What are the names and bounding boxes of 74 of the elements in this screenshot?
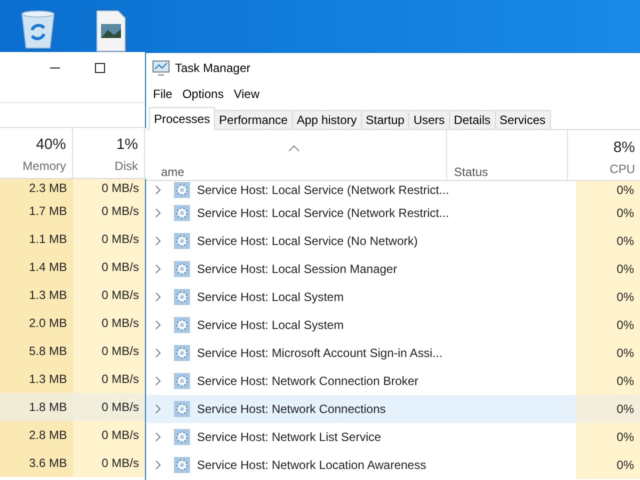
tab[interactable]: Processes: [149, 107, 216, 130]
column-header[interactable]: 40% Memory: [0, 128, 73, 178]
table-row[interactable]: Service Host: Network Connection Broker 0%: [146, 367, 640, 395]
table-row[interactable]: Service Host: Local Service (Network Restrict... 0%: [146, 181, 640, 199]
gear-icon: [174, 373, 190, 389]
sort-caret-icon: [288, 144, 300, 152]
cpu-cell: 0%: [576, 255, 640, 283]
table-row[interactable]: 1.8 MB 0 MB/s: [0, 393, 146, 421]
table-row[interactable]: Service Host: Microsoft Account Sign-in Assi... 0%: [146, 339, 640, 367]
table-row[interactable]: Service Host: Network Location Awareness 0%: [146, 451, 640, 479]
cpu-cell: 0%: [576, 367, 640, 395]
tab[interactable]: App history: [292, 110, 362, 130]
process-name: Service Host: Local Service (Network Restrict...: [196, 182, 450, 199]
process-name: Service Host: Network Connections: [196, 401, 387, 418]
process-name: Service Host: Network Connection Broker: [196, 373, 420, 390]
cpu-cell: 0%: [576, 181, 640, 199]
image-file-icon[interactable]: [96, 10, 126, 52]
tab[interactable]: Performance: [214, 110, 293, 130]
table-row[interactable]: Service Host: Local System 0%: [146, 283, 640, 311]
table-row[interactable]: Service Host: Local Service (No Network) 0%: [146, 227, 640, 255]
gear-icon: [174, 429, 190, 445]
table-row[interactable]: Service Host: Local Service (Network Restrict... 0%: [146, 199, 640, 227]
expand-chevron-icon[interactable]: [154, 460, 162, 470]
gear-icon: [174, 457, 190, 473]
table-row[interactable]: Service Host: Local System 0%: [146, 311, 640, 339]
table-row[interactable]: Service Host: Local Session Manager 0%: [146, 255, 640, 283]
process-name: Service Host: Local Service (Network Restrict...: [196, 205, 450, 222]
expand-chevron-icon[interactable]: [154, 404, 162, 414]
process-name: Service Host: Local System: [196, 317, 345, 334]
process-name: Service Host: Local Session Manager: [196, 261, 398, 278]
expand-chevron-icon[interactable]: [154, 264, 162, 274]
process-name: Service Host: Network Location Awareness: [196, 457, 428, 474]
table-row[interactable]: Service Host: Network Connections 0%: [146, 395, 640, 423]
monitor-icon: [152, 60, 170, 76]
gear-icon: [174, 233, 190, 249]
column-header[interactable]: Status: [454, 163, 488, 181]
column-header[interactable]: 1% Disk: [73, 128, 145, 178]
process-name: Service Host: Network List Service: [196, 429, 382, 446]
gear-icon: [174, 205, 190, 221]
expand-chevron-icon[interactable]: [154, 376, 162, 386]
expand-chevron-icon[interactable]: [154, 348, 162, 358]
gear-icon: [174, 261, 190, 277]
gear-icon: [174, 317, 190, 333]
expand-chevron-icon[interactable]: [154, 185, 162, 195]
expand-chevron-icon[interactable]: [154, 236, 162, 246]
tab[interactable]: Services: [494, 110, 551, 130]
menu-item[interactable]: View: [232, 85, 262, 103]
cpu-cell: 0%: [576, 339, 640, 367]
gear-icon: [174, 345, 190, 361]
column-header[interactable]: ame: [161, 163, 184, 181]
process-name: Service Host: Microsoft Account Sign-in Assi...: [196, 345, 444, 362]
gear-icon: [174, 401, 190, 417]
expand-chevron-icon[interactable]: [154, 208, 162, 218]
menu-item[interactable]: File: [151, 85, 174, 103]
cpu-cell: 0%: [576, 423, 640, 451]
cpu-cell: 0%: [576, 227, 640, 255]
cpu-cell: 0%: [576, 451, 640, 479]
expand-chevron-icon[interactable]: [154, 320, 162, 330]
menu-item[interactable]: Options: [180, 85, 226, 103]
tab[interactable]: Details: [448, 110, 496, 130]
gear-icon: [174, 289, 190, 305]
tab[interactable]: Users: [408, 110, 450, 130]
expand-chevron-icon[interactable]: [154, 432, 162, 442]
process-name: Service Host: Local System: [196, 289, 345, 306]
expand-chevron-icon[interactable]: [154, 292, 162, 302]
table-row[interactable]: Service Host: Network List Service 0%: [146, 423, 640, 451]
cpu-cell: 0%: [576, 283, 640, 311]
column-header[interactable]: 8% CPU: [568, 130, 640, 181]
tab[interactable]: Startup: [360, 110, 410, 130]
cpu-cell: 0%: [576, 395, 640, 423]
cpu-cell: 0%: [576, 199, 640, 227]
cpu-cell: 0%: [576, 311, 640, 339]
window-title: Task Manager: [175, 60, 250, 77]
process-name: Service Host: Local Service (No Network): [196, 233, 419, 250]
